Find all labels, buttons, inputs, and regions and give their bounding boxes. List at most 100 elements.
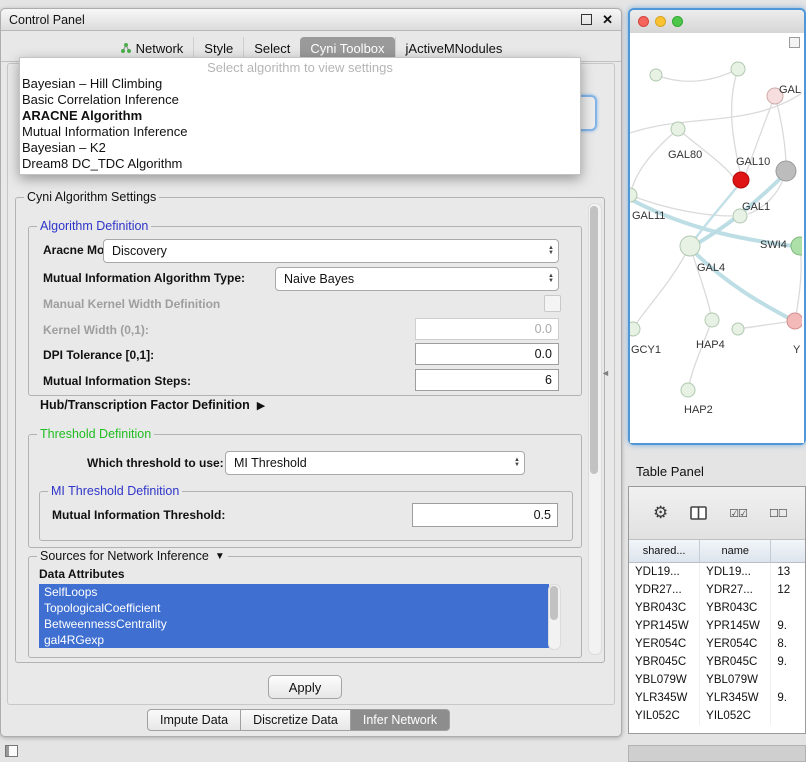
close-traffic-light-icon[interactable] <box>638 16 649 27</box>
panel-collapse-icon[interactable]: ◄ <box>601 368 610 378</box>
mi-type-value: Naive Bayes <box>284 272 354 286</box>
tab-network-label: Network <box>136 41 184 56</box>
table-row[interactable]: YBL079W YBL079W <box>629 671 805 689</box>
threshold-definition-title: Threshold Definition <box>37 427 154 441</box>
mi-steps-label: Mutual Information Steps: <box>43 374 191 388</box>
node-label: GAL4 <box>697 262 725 274</box>
columns-icon[interactable] <box>690 506 707 520</box>
kernel-width-field[interactable]: 0.0 <box>415 318 559 340</box>
list-item[interactable]: TopologicalCoefficient <box>39 600 549 616</box>
dropdown-option[interactable]: Mutual Information Inference <box>20 124 580 140</box>
close-icon[interactable]: ✕ <box>602 12 613 28</box>
combo-arrows-icon: ▲▼ <box>548 246 554 256</box>
algorithm-definition-group: Algorithm Definition Aracne Mode: Discov… <box>28 226 582 396</box>
sources-group-header[interactable]: Sources for Network Inference ▼ <box>37 549 228 563</box>
manual-kernel-checkbox[interactable] <box>544 295 561 312</box>
network-graph[interactable]: GAL GAL80 GAL10 GAL11 GAL1 SWI4 GAL4 GCY… <box>630 33 802 440</box>
attributes-list: SelfLoops TopologicalCoefficient Between… <box>39 584 561 650</box>
sources-title: Sources for Network Inference <box>40 549 209 563</box>
deselect-all-checkboxes-icon[interactable]: ☐☐ <box>769 507 787 520</box>
list-item[interactable]: BetweennessCentrality <box>39 616 549 632</box>
hub-tf-section-toggle[interactable]: Hub/Transcription Factor Definition ▶ <box>40 398 265 412</box>
network-canvas[interactable]: GAL GAL80 GAL10 GAL11 GAL1 SWI4 GAL4 GCY… <box>630 33 804 443</box>
network-node[interactable] <box>680 236 700 256</box>
table-row[interactable]: YPR145W YPR145W 9. <box>629 617 805 635</box>
cyni-algorithm-settings-group: Cyni Algorithm Settings Algorithm Defini… <box>15 197 605 663</box>
attributes-scrollbar-thumb[interactable] <box>550 586 558 620</box>
table-row[interactable]: YBR043C YBR043C <box>629 599 805 617</box>
network-view-window: GAL GAL80 GAL10 GAL11 GAL1 SWI4 GAL4 GCY… <box>628 8 806 445</box>
network-node[interactable] <box>731 62 745 76</box>
which-threshold-label: Which threshold to use: <box>87 456 224 470</box>
gear-icon[interactable]: ⚙ <box>653 503 668 523</box>
float-window-icon[interactable] <box>581 14 592 25</box>
network-node[interactable] <box>791 237 802 255</box>
column-header-cut[interactable] <box>771 540 805 562</box>
table-row[interactable]: YDR27... YDR27... 12 <box>629 581 805 599</box>
zoom-traffic-light-icon[interactable] <box>672 16 683 27</box>
apply-button[interactable]: Apply <box>268 675 342 699</box>
mi-threshold-field[interactable]: 0.5 <box>412 503 558 527</box>
mi-type-label: Mutual Information Algorithm Type: <box>43 271 245 285</box>
algorithm-dropdown-popup: Select algorithm to view settings Bayesi… <box>19 57 581 175</box>
table-row[interactable]: YBR045C YBR045C 9. <box>629 653 805 671</box>
network-node[interactable] <box>705 313 719 327</box>
network-node[interactable] <box>650 69 662 81</box>
network-node[interactable] <box>732 323 744 335</box>
network-node[interactable] <box>681 383 695 397</box>
network-node-red[interactable] <box>733 172 749 188</box>
dropdown-option[interactable]: Basic Correlation Inference <box>20 92 580 108</box>
network-window-titlebar <box>630 10 804 34</box>
window-title: Control Panel <box>9 13 85 27</box>
column-header-name[interactable]: name <box>700 540 771 562</box>
table-row[interactable]: YLR345W YLR345W 9. <box>629 689 805 707</box>
dpi-tolerance-field[interactable]: 0.0 <box>415 343 559 365</box>
attributes-scrollbar[interactable] <box>548 584 561 650</box>
network-node[interactable] <box>630 322 640 336</box>
bottom-tab-group: Impute Data Discretize Data Infer Networ… <box>147 709 450 731</box>
network-node-pink[interactable] <box>787 313 802 329</box>
combo-arrows-icon: ▲▼ <box>548 274 554 284</box>
node-label: GAL10 <box>736 156 770 168</box>
which-threshold-select[interactable]: MI Threshold ▲▼ <box>225 451 525 475</box>
table-row[interactable]: YDL19... YDL19... 13 <box>629 563 805 581</box>
mi-steps-field[interactable]: 6 <box>415 369 559 391</box>
settings-scrollbar-thumb[interactable] <box>590 206 598 474</box>
column-header-shared-name[interactable]: shared... <box>629 540 700 562</box>
node-label: GAL11 <box>632 210 665 222</box>
overview-toggle-button[interactable] <box>789 37 800 48</box>
tab-impute-data[interactable]: Impute Data <box>147 709 241 731</box>
chevron-down-icon: ▼ <box>215 551 225 562</box>
mi-type-select[interactable]: Naive Bayes ▲▼ <box>275 267 559 291</box>
table-body: YDL19... YDL19... 13 YDR27... YDR27... 1… <box>629 563 805 725</box>
tab-discretize-data[interactable]: Discretize Data <box>241 709 351 731</box>
table-row[interactable]: YIL052C YIL052C <box>629 707 805 725</box>
threshold-definition-group: Threshold Definition Which threshold to … <box>28 434 582 548</box>
mi-threshold-label: Mutual Information Threshold: <box>52 508 225 522</box>
list-item[interactable]: SelfLoops <box>39 584 549 600</box>
node-label: GCY1 <box>631 344 661 356</box>
select-all-checkboxes-icon[interactable]: ☑☑ <box>729 507 747 520</box>
node-label: GAL1 <box>742 201 770 213</box>
table-row[interactable]: YER054C YER054C 8. <box>629 635 805 653</box>
dropdown-option[interactable]: Bayesian – K2 <box>20 140 580 156</box>
aracne-mode-select[interactable]: Discovery ▲▼ <box>103 239 559 263</box>
network-node-gray[interactable] <box>776 161 796 181</box>
node-label: GAL80 <box>668 149 702 161</box>
tab-infer-network[interactable]: Infer Network <box>351 709 450 731</box>
minimize-traffic-light-icon[interactable] <box>655 16 666 27</box>
network-node[interactable] <box>671 122 685 136</box>
minimized-panel-icon[interactable] <box>5 745 18 757</box>
dropdown-option[interactable]: Dream8 DC_TDC Algorithm <box>20 156 580 172</box>
manual-kernel-label: Manual Kernel Width Definition <box>43 297 220 311</box>
table-toolbar: ⚙ ☑☑ ☐☐ <box>629 487 805 540</box>
settings-scrollbar[interactable] <box>588 203 602 655</box>
node-label: Y <box>793 344 801 356</box>
list-item[interactable]: gal4RGexp <box>39 632 549 648</box>
dropdown-option-highlighted[interactable]: ARACNE Algorithm <box>20 108 580 124</box>
dropdown-option[interactable]: Bayesian – Hill Climbing <box>20 76 580 92</box>
which-threshold-value: MI Threshold <box>234 456 307 470</box>
network-icon <box>120 42 132 54</box>
control-panel-window: Control Panel ✕ Network Style Select Cyn… <box>0 8 622 737</box>
algorithm-definition-title: Algorithm Definition <box>37 219 151 233</box>
